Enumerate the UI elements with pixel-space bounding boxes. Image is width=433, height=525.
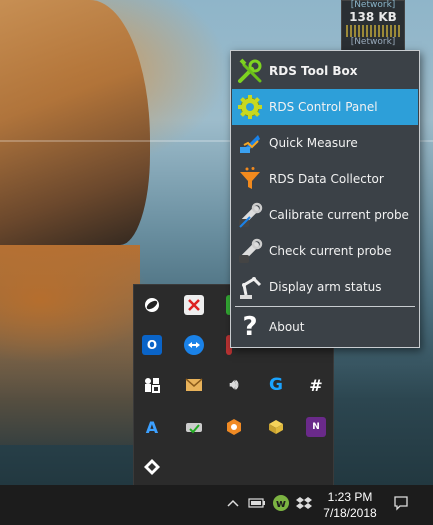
hash-app-icon[interactable]: # <box>306 375 326 395</box>
ruler-measure-icon <box>235 128 265 158</box>
network-graph <box>346 25 400 37</box>
menu-item-quick-measure[interactable]: Quick Measure <box>232 125 418 161</box>
wallpaper-cliff <box>0 0 150 245</box>
diamond-app-icon[interactable] <box>142 457 162 477</box>
svg-text:w: w <box>276 497 286 510</box>
azure-icon[interactable]: A <box>142 417 162 437</box>
notification-icon[interactable] <box>392 494 410 512</box>
teamviewer-icon[interactable] <box>184 335 204 355</box>
sync-drive-icon[interactable] <box>184 417 204 437</box>
probe-icon <box>235 200 265 230</box>
funnel-icon <box>235 164 265 194</box>
w-app-icon[interactable]: w <box>272 494 290 512</box>
menu-item-about[interactable]: ? About <box>232 309 418 345</box>
menu-item-check-current-probe[interactable]: Check current probe <box>232 233 418 269</box>
satellite-icon[interactable] <box>142 295 162 315</box>
question-mark-icon: ? <box>242 312 258 342</box>
menu-item-label: RDS Control Panel <box>269 100 378 114</box>
wrench-screwdriver-icon <box>235 56 265 86</box>
menu-item-calibrate-current-probe[interactable]: Calibrate current probe <box>232 197 418 233</box>
cube-app-icon[interactable] <box>224 417 244 437</box>
logitech-g-icon[interactable]: G <box>266 375 286 395</box>
vs-app-icon[interactable]: N <box>306 417 326 437</box>
gear-icon <box>235 92 265 122</box>
mail-icon[interactable] <box>184 375 204 395</box>
network-value: 138 KB <box>349 10 397 24</box>
menu-separator <box>235 306 415 307</box>
menu-item-label: Display arm status <box>269 280 382 294</box>
rds-context-menu: RDS Tool Box RDS Control Panel Quick Mea… <box>230 50 420 348</box>
chevron-up-icon[interactable] <box>225 495 241 511</box>
menu-item-label: Calibrate current probe <box>269 208 409 222</box>
box-app-icon[interactable] <box>266 417 286 437</box>
clock-time: 1:23 PM <box>327 490 373 504</box>
menu-item-rds-tool-box[interactable]: RDS Tool Box <box>232 53 418 89</box>
menu-item-label: RDS Data Collector <box>269 172 384 186</box>
dropbox-icon[interactable] <box>296 495 312 511</box>
network-top-label: [Network] <box>350 0 396 10</box>
red-x-app-icon[interactable] <box>184 295 204 315</box>
robot-arm-icon <box>235 272 265 302</box>
menu-item-label: RDS Tool Box <box>269 64 358 78</box>
taskbar-clock[interactable]: 1:23 PM 7/18/2018 <box>316 489 384 521</box>
menu-item-rds-control-panel[interactable]: RDS Control Panel <box>232 89 418 125</box>
menu-item-display-arm-status[interactable]: Display arm status <box>232 269 418 305</box>
menu-item-rds-data-collector[interactable]: RDS Data Collector <box>232 161 418 197</box>
wallpaper-reflection <box>0 245 140 445</box>
menu-item-label: About <box>269 320 305 334</box>
outlook-icon[interactable]: O <box>142 335 162 355</box>
menu-item-label: Quick Measure <box>269 136 358 150</box>
probe-icon <box>235 236 265 266</box>
network-meter-widget: [Network] 138 KB [Network] <box>341 0 405 54</box>
clock-date: 7/18/2018 <box>323 506 377 520</box>
menu-item-label: Check current probe <box>269 244 392 258</box>
network-bottom-label: [Network] <box>350 37 396 47</box>
grid-app-icon[interactable] <box>142 375 162 395</box>
battery-icon[interactable] <box>248 495 266 511</box>
speaker-icon[interactable]: 🔊︎ <box>224 375 244 395</box>
